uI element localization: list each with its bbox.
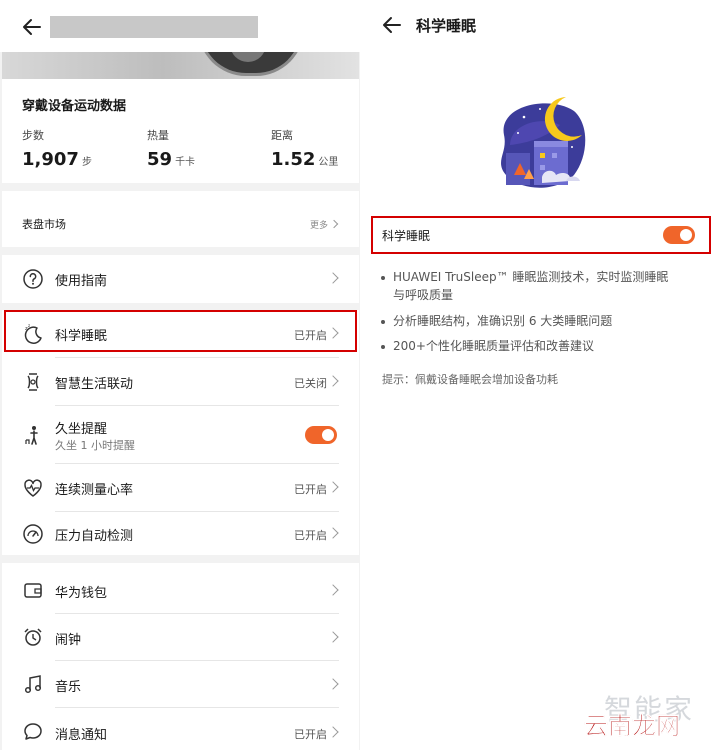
chevron-right-icon xyxy=(327,631,339,643)
distance-label: 距离 xyxy=(271,129,293,142)
row-notifications[interactable]: 消息通知 已开启 xyxy=(2,708,359,750)
distance-unit: 公里 xyxy=(318,157,339,168)
heart-rate-icon xyxy=(22,477,44,499)
row-label: 华为钱包 xyxy=(55,586,108,601)
bullet-text: 200+个性化睡眠质量评估和改善建议 xyxy=(393,339,594,353)
right-panel: 科学睡眠 科学睡眠 HUAWEI TruSleep™ 睡眠监测技术，实时监测睡眠… xyxy=(362,0,719,750)
watch-icon xyxy=(22,371,44,393)
chevron-right-icon xyxy=(327,584,339,596)
steps-label: 步数 xyxy=(22,129,44,142)
row-label: 闹钟 xyxy=(55,633,82,648)
back-arrow-icon[interactable] xyxy=(20,15,44,39)
message-bubble-icon xyxy=(22,721,44,743)
settings-group-1: 使用指南 zz 科学睡眠 已开启 智慧生活联动 已关闭 久坐提醒 久坐 1 小时… xyxy=(2,255,359,555)
sedentary-toggle[interactable] xyxy=(305,426,337,444)
wallet-icon xyxy=(22,579,44,601)
chevron-right-icon xyxy=(327,375,339,387)
row-status: 已开启 xyxy=(294,483,327,496)
row-huawei-wallet[interactable]: 华为钱包 xyxy=(2,567,359,614)
header-bar xyxy=(0,0,360,52)
tip-text: 提示：佩戴设备睡眠会增加设备功耗 xyxy=(382,373,558,386)
standing-person-icon xyxy=(22,424,44,446)
feature-bullet-3: 200+个性化睡眠质量评估和改善建议 xyxy=(381,337,594,355)
row-sedentary-reminder[interactable]: 久坐提醒 久坐 1 小时提醒 xyxy=(2,406,359,464)
row-sublabel: 久坐 1 小时提醒 xyxy=(55,439,135,452)
row-alarm[interactable]: 闹钟 xyxy=(2,614,359,661)
alarm-clock-icon xyxy=(22,626,44,648)
question-circle-icon xyxy=(22,268,44,290)
music-note-icon xyxy=(22,673,44,695)
row-label: 使用指南 xyxy=(55,274,108,289)
calories-stat: 热量 59 千卡 xyxy=(147,127,195,170)
bullet-text: HUAWEI TruSleep™ 睡眠监测技术，实时监测睡眠 xyxy=(393,270,669,284)
highlight-box-setting xyxy=(371,216,711,254)
more-link[interactable]: 更多 xyxy=(309,218,339,231)
calories-unit: 千卡 xyxy=(175,157,196,168)
gauge-icon xyxy=(22,523,44,545)
row-heart-rate[interactable]: 连续测量心率 已开启 xyxy=(2,464,359,512)
distance-value: 1.52 xyxy=(271,149,316,170)
watermark-logo: 云南龙网 xyxy=(584,712,681,741)
calories-label: 热量 xyxy=(147,129,169,142)
distance-stat: 距离 1.52 公里 xyxy=(271,127,338,170)
row-status: 已开启 xyxy=(294,728,327,741)
chevron-right-icon xyxy=(327,678,339,690)
more-label: 更多 xyxy=(309,221,328,231)
steps-value: 1,907 xyxy=(22,149,79,170)
row-label: 智慧生活联动 xyxy=(55,377,134,392)
sport-data-title: 穿戴设备运动数据 xyxy=(22,99,127,114)
steps-stat: 步数 1,907 步 xyxy=(22,127,92,170)
sport-data-card[interactable]: 穿戴设备运动数据 步数 1,907 步 热量 59 千卡 距离 1.52 公里 xyxy=(2,79,359,183)
chevron-right-icon xyxy=(329,219,339,229)
row-smart-life[interactable]: 智慧生活联动 已关闭 xyxy=(2,358,359,406)
steps-unit: 步 xyxy=(81,157,92,168)
chevron-right-icon xyxy=(327,272,339,284)
row-stress-detection[interactable]: 压力自动检测 已开启 xyxy=(2,512,359,555)
bullet-text-cont: 与呼吸质量 xyxy=(393,288,454,302)
chevron-right-icon xyxy=(327,481,339,493)
feature-bullet-1: HUAWEI TruSleep™ 睡眠监测技术，实时监测睡眠 与呼吸质量 xyxy=(380,268,669,304)
back-arrow-icon[interactable] xyxy=(380,13,404,37)
settings-group-2: 华为钱包 闹钟 音乐 消息通知 已开启 xyxy=(2,563,359,750)
row-user-guide[interactable]: 使用指南 xyxy=(2,255,359,303)
page-title: 科学睡眠 xyxy=(416,17,477,35)
row-label: 久坐提醒 xyxy=(55,422,108,437)
left-panel: 穿戴设备运动数据 步数 1,907 步 热量 59 千卡 距离 1.52 公里 表盘市… xyxy=(0,0,360,750)
chevron-right-icon xyxy=(327,527,339,539)
watch-face-market[interactable]: 表盘市场 更多 xyxy=(2,191,359,247)
row-music[interactable]: 音乐 xyxy=(2,661,359,708)
feature-bullet-2: 分析睡眠结构，准确识别 6 大类睡眠问题 xyxy=(380,312,613,330)
calories-value: 59 xyxy=(147,149,173,170)
device-banner-image xyxy=(2,52,359,79)
watch-face-market-title: 表盘市场 xyxy=(22,218,66,231)
blurred-device-name xyxy=(50,16,258,38)
row-status: 已关闭 xyxy=(294,377,327,390)
highlight-box-science-sleep xyxy=(4,310,357,352)
bullet-text: 分析睡眠结构，准确识别 6 大类睡眠问题 xyxy=(393,314,613,328)
row-label: 压力自动检测 xyxy=(55,529,134,544)
row-label: 消息通知 xyxy=(55,728,108,743)
chevron-right-icon xyxy=(327,726,339,738)
row-label: 音乐 xyxy=(55,680,82,695)
row-status: 已开启 xyxy=(294,529,327,542)
row-label: 连续测量心率 xyxy=(55,483,134,498)
sleep-night-illustration xyxy=(490,95,592,193)
